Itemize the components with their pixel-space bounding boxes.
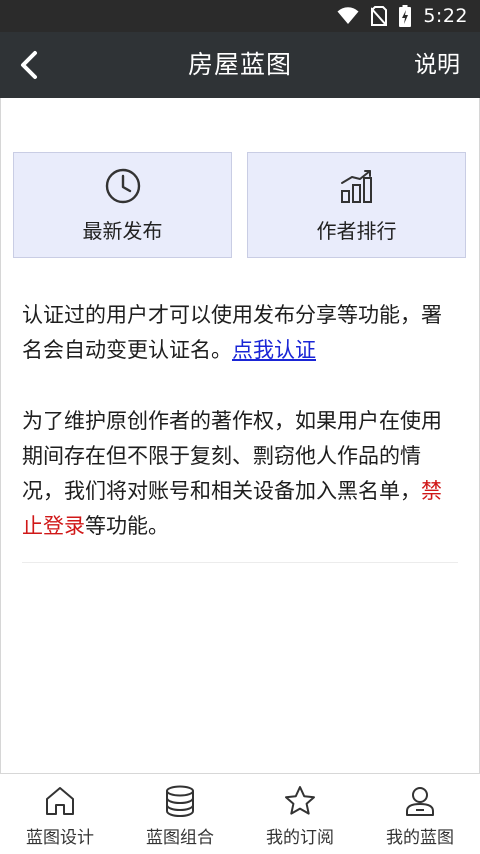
nav-label-my-subscriptions: 我的订阅 [266, 828, 334, 848]
clock-icon [105, 168, 140, 204]
status-time: 5:22 [423, 5, 468, 27]
bar-chart-icon [340, 170, 372, 203]
nav-item-my-subscriptions[interactable]: 我的订阅 [240, 774, 360, 854]
page-title: 房屋蓝图 [187, 50, 292, 79]
nav-item-my-blueprints[interactable]: 我的蓝图 [360, 774, 480, 854]
bottom-nav: 蓝图设计 蓝图组合 我的订阅 我的蓝图 [0, 773, 480, 853]
latest-releases-card[interactable]: 最新发布 [13, 152, 232, 258]
verification-notice: 认证过的用户才可以使用发布分享等功能，署名会自动变更认证名。点我认证 [22, 298, 462, 368]
author-ranking-label: 作者排行 [316, 219, 397, 243]
wifi-icon [337, 7, 359, 24]
copyright-notice-text: 为了维护原创作者的著作权，如果用户在使用期间存在但不限于复刻、剽窃他人作品的情况… [22, 409, 442, 503]
status-icons: 5:22 [337, 0, 468, 32]
nav-item-blueprint-design[interactable]: 蓝图设计 [0, 774, 120, 854]
nav-label-blueprint-design: 蓝图设计 [26, 828, 94, 848]
star-icon [285, 786, 315, 815]
status-bar: 5:22 [0, 0, 480, 32]
help-button[interactable]: 说明 [414, 32, 460, 98]
no-sim-icon [371, 6, 388, 26]
home-icon [46, 787, 74, 815]
nav-label-my-blueprints: 我的蓝图 [386, 828, 454, 848]
battery-charging-icon [399, 5, 412, 27]
title-bar: 房屋蓝图 说明 [0, 32, 480, 98]
verify-link[interactable]: 点我认证 [232, 338, 316, 362]
frame-border-left [0, 98, 1, 853]
database-icon [166, 785, 194, 818]
nav-label-blueprint-combo: 蓝图组合 [146, 828, 214, 848]
user-icon [406, 787, 434, 816]
copyright-notice-suffix: 等功能。 [85, 514, 169, 538]
copyright-notice: 为了维护原创作者的著作权，如果用户在使用期间存在但不限于复刻、剽窃他人作品的情况… [22, 404, 462, 544]
content-divider [22, 562, 458, 563]
author-ranking-card[interactable]: 作者排行 [247, 152, 466, 258]
latest-releases-label: 最新发布 [82, 219, 163, 243]
nav-item-blueprint-combo[interactable]: 蓝图组合 [120, 774, 240, 854]
